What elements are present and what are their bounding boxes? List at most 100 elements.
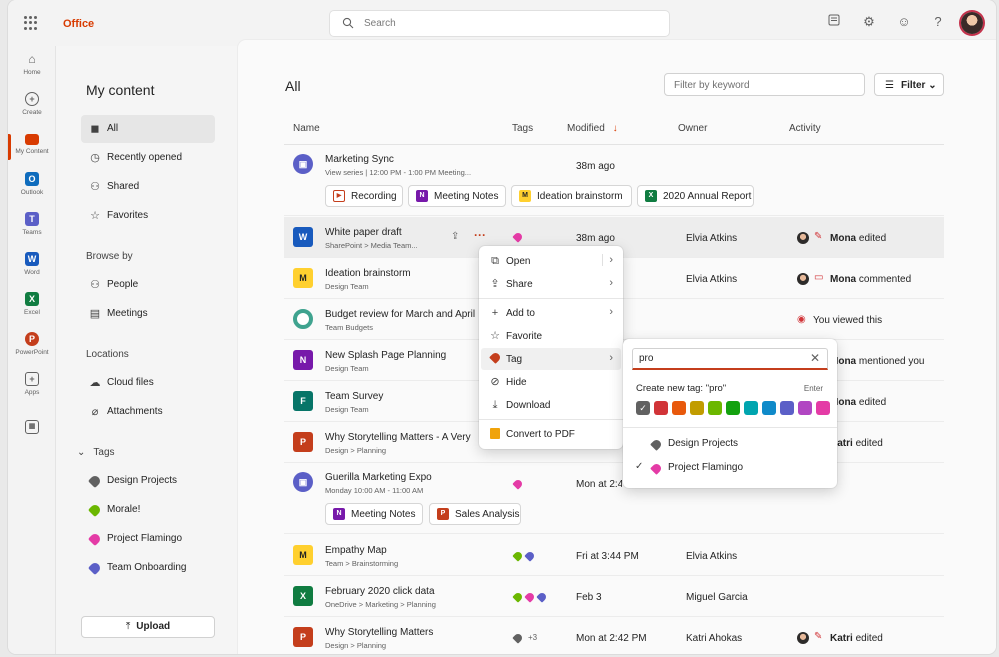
user-avatar[interactable]	[961, 12, 983, 34]
settings-icon[interactable]: ⚙	[861, 14, 877, 30]
chip-meeting-notes[interactable]: N Meeting Notes	[325, 503, 423, 525]
table-row[interactable]: P Why Storytelling Matters Design > Plan…	[284, 617, 944, 654]
rail-more[interactable]: ▦	[8, 420, 56, 458]
color-swatch[interactable]	[708, 401, 722, 415]
filter-icon: ☰	[885, 80, 894, 91]
chevron-down-icon: ⌄	[77, 447, 86, 458]
more-tags-count[interactable]: +3	[528, 633, 537, 642]
onenote-icon: N	[416, 190, 428, 202]
upload-button[interactable]: ⤒ Upload	[81, 616, 215, 638]
nav-item-attachments[interactable]: ⌀ Attachments	[81, 398, 215, 426]
chip-sales-analysis[interactable]: P Sales Analysis	[429, 503, 521, 525]
chip-recording[interactable]: ▶ Recording	[325, 185, 403, 207]
tag-icon	[512, 632, 524, 644]
column-tags[interactable]: Tags	[512, 123, 533, 134]
nav-item-shared[interactable]: ⚇ Shared	[81, 173, 215, 201]
chip-annual-report[interactable]: X 2020 Annual Report	[637, 185, 754, 207]
color-swatch[interactable]	[798, 401, 812, 415]
color-swatch[interactable]	[780, 401, 794, 415]
column-owner[interactable]: Owner	[678, 123, 707, 134]
tag-option-design-projects[interactable]: Design Projects	[625, 433, 835, 455]
rail-home[interactable]: ⌂ Home	[8, 52, 56, 90]
filter-button[interactable]: ☰ Filter ⌄	[874, 73, 944, 96]
nav-tag-morale[interactable]: Morale!	[81, 496, 215, 524]
menu-download[interactable]: ⤓ Download	[481, 394, 621, 416]
help-icon[interactable]: ?	[930, 14, 946, 30]
color-swatch[interactable]	[672, 401, 686, 415]
rail-powerpoint[interactable]: P PowerPoint	[8, 332, 56, 370]
meeting-icon: ▣	[293, 154, 313, 174]
tag-option-project-flamingo[interactable]: ✓ Project Flamingo	[625, 457, 835, 479]
forms-icon: F	[293, 391, 313, 411]
column-activity[interactable]: Activity	[789, 123, 821, 134]
search-box[interactable]: Search	[330, 11, 669, 36]
rail-outlook[interactable]: O Outlook	[8, 172, 56, 210]
context-menu: ⧉ Open › ⇪ Share › + Add to › ☆ Favorite…	[479, 246, 623, 449]
whiteboard-icon: M	[293, 268, 313, 288]
powerpoint-icon: P	[293, 627, 313, 647]
chip-meeting-notes[interactable]: N Meeting Notes	[408, 185, 506, 207]
tag-icon	[650, 462, 663, 475]
menu-convert-pdf[interactable]: Convert to PDF	[481, 423, 621, 445]
menu-open[interactable]: ⧉ Open ›	[481, 250, 621, 272]
nav-tag-design-projects[interactable]: Design Projects	[81, 467, 215, 495]
column-name[interactable]: Name	[293, 123, 320, 134]
nav-item-meetings[interactable]: ▤ Meetings	[81, 300, 215, 328]
more-options-icon[interactable]: ···	[474, 228, 486, 242]
color-swatch[interactable]	[726, 401, 740, 415]
rail-word[interactable]: W Word	[8, 252, 56, 290]
upload-icon: ⤒	[125, 621, 131, 632]
tag-icon	[536, 591, 548, 603]
rail-apps[interactable]: + Apps	[8, 372, 56, 410]
clear-icon[interactable]: ✕	[810, 351, 820, 365]
color-swatch-selected[interactable]: ✓	[636, 401, 650, 415]
teams-icon: T	[25, 212, 39, 226]
table-row[interactable]: X February 2020 click data OneDrive > Ma…	[284, 576, 944, 617]
app-launcher-icon[interactable]	[24, 16, 38, 30]
nav-item-all[interactable]: ◼ All	[81, 115, 215, 143]
nav-item-cloud-files[interactable]: ☁ Cloud files	[81, 369, 215, 397]
menu-tag[interactable]: Tag ›	[481, 348, 621, 370]
create-tag-label[interactable]: Create new tag: "pro"	[636, 383, 726, 394]
grid-apps-icon: ▦	[25, 420, 39, 434]
feed-icon[interactable]	[826, 14, 842, 30]
tag-icon	[87, 473, 103, 489]
menu-share[interactable]: ⇪ Share ›	[481, 273, 621, 295]
nav-tag-project-flamingo[interactable]: Project Flamingo	[81, 525, 215, 553]
nav-tag-team-onboarding[interactable]: Team Onboarding	[81, 554, 215, 582]
share-icon[interactable]: ⇪	[451, 231, 459, 242]
rail-create[interactable]: + Create	[8, 92, 56, 130]
column-modified[interactable]: Modified ↓	[567, 123, 618, 134]
cloud-icon: ☁	[89, 377, 101, 389]
filter-keyword-input[interactable]: Filter by keyword	[664, 73, 865, 96]
nav-item-recently-opened[interactable]: ◷ Recently opened	[81, 144, 215, 172]
rail-excel[interactable]: X Excel	[8, 292, 56, 330]
rail-teams[interactable]: T Teams	[8, 212, 56, 250]
chip-ideation-brainstorm[interactable]: M Ideation brainstorm	[511, 185, 632, 207]
menu-add-to[interactable]: + Add to ›	[481, 302, 621, 324]
brand-label[interactable]: Office	[63, 18, 94, 30]
rail-my-content[interactable]: My Content	[8, 132, 56, 170]
menu-favorite[interactable]: ☆ Favorite	[481, 325, 621, 347]
enter-hint: Enter	[803, 384, 823, 393]
feedback-smiley-icon[interactable]: ☺	[896, 14, 912, 30]
calendar-icon: ▤	[89, 308, 101, 320]
comment-icon: ▭	[814, 272, 824, 283]
table-row[interactable]: ▣ Marketing Sync View series | 12:00 PM …	[284, 145, 944, 216]
tag-search-input[interactable]: pro ✕	[632, 348, 828, 370]
powerpoint-icon: P	[293, 432, 313, 452]
tag-flyout: pro ✕ Create new tag: "pro" Enter ✓ Desi…	[623, 339, 837, 488]
color-swatch[interactable]	[816, 401, 830, 415]
table-row[interactable]: ▣ Guerilla Marketing Expo Monday 10:00 A…	[284, 463, 944, 534]
nav-section-tags[interactable]: ⌄ Tags	[77, 447, 115, 458]
onenote-icon: N	[293, 350, 313, 370]
nav-item-people[interactable]: ⚇ People	[81, 271, 215, 299]
color-swatch[interactable]	[654, 401, 668, 415]
color-swatch[interactable]	[690, 401, 704, 415]
table-row[interactable]: M Empathy Map Team > Brainstorming Fri a…	[284, 535, 944, 576]
nav-item-favorites[interactable]: ☆ Favorites	[81, 202, 215, 230]
color-swatch[interactable]	[744, 401, 758, 415]
color-swatch[interactable]	[762, 401, 776, 415]
menu-hide[interactable]: ⊘ Hide	[481, 371, 621, 393]
app-rail: ⌂ Home + Create My Content O Outlook T T…	[8, 46, 56, 654]
